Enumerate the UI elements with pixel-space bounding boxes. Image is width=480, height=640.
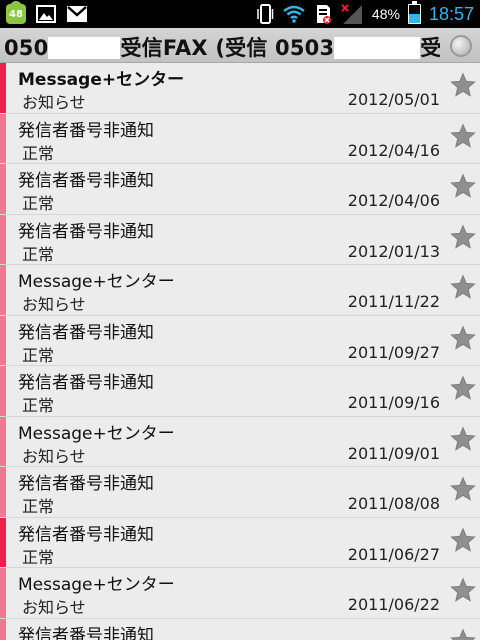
redaction-block [334,37,421,59]
image-icon [36,5,56,23]
list-item[interactable]: Message+センター お知らせ 2011/09/01 [0,416,480,467]
star-icon[interactable] [450,476,476,502]
sender-name: 発信者番号非通知 [18,120,154,141]
sender-name: 発信者番号非通知 [18,524,154,545]
sender-name: 発信者番号非通知 [18,221,154,242]
unread-indicator-bar [0,315,6,365]
unread-indicator-bar [0,416,6,466]
list-item[interactable]: Message+センターお知らせ 2011/11/22 [0,265,480,316]
star-icon[interactable] [450,274,476,300]
sender-name: 発信者番号非通知 [18,322,154,343]
wifi-icon [283,5,305,23]
page-title: 050 受信FAX (受信 0503 受... [4,32,440,62]
list-item[interactable]: Message+センターお知らせ 2011/06/22 [0,568,480,619]
list-item[interactable]: 発信者番号非通知 正常 2011/06/27 [0,517,480,568]
message-date: 2011/09/27 [347,342,440,362]
message-status: お知らせ [22,93,86,112]
badge-count: 48 [9,9,23,20]
star-icon[interactable] [450,628,476,640]
message-list[interactable]: Message+センター お知らせ 2012/05/01 発信者番号非通知 正常 2012… [0,63,480,640]
message-status: 正常 [22,143,55,163]
star-icon[interactable] [450,173,476,199]
unread-indicator-bar [0,618,6,640]
message-date: 2011/06/22 [347,595,440,614]
message-status: 正常 [22,396,55,415]
unread-indicator-bar [0,113,6,163]
unread-indicator-bar [0,467,6,517]
title-text: 受信FAX (受信 0503 [120,36,335,60]
signal-icon [341,4,362,24]
star-icon[interactable] [450,577,476,603]
list-item[interactable]: 発信者番号非通知正常 2011/08/08 [0,467,480,518]
message-date: 2011/08/08 [347,494,440,513]
redaction-block [48,37,121,59]
star-icon[interactable] [450,527,476,553]
star-icon[interactable] [450,375,476,401]
message-date: 2012/04/06 [347,191,440,210]
list-item[interactable]: 発信者番号非通知正常 2012/04/06 [0,164,480,215]
star-icon[interactable] [450,123,476,149]
title-number-prefix: 050 [4,36,49,60]
list-item[interactable]: 発信者番号非通知正常 [0,618,480,640]
clock: 18:57 [428,3,474,24]
star-icon[interactable] [450,72,476,98]
sender-name: Message+センター [18,423,175,444]
star-icon[interactable] [450,224,476,250]
star-icon[interactable] [450,426,476,452]
unread-indicator-bar [0,164,6,214]
message-status: お知らせ [22,446,86,466]
list-item[interactable]: 発信者番号非通知 正常 2011/09/27 [0,315,480,366]
phone-vibrate-icon [257,4,274,24]
star-icon[interactable] [450,325,476,351]
sender-name: Message+センター [18,575,175,595]
message-date: 2011/09/01 [347,443,440,463]
message-date: 2011/06/27 [347,544,440,564]
gmail-icon [67,6,87,22]
message-status: 正常 [22,194,55,213]
list-item[interactable]: Message+センターお知らせ 2012/05/01 [0,63,480,114]
message-status: 正常 [22,244,55,264]
sender-name: Message+センター [18,272,175,292]
android-badge-icon: 48 [6,1,26,24]
battery-icon [407,1,421,24]
list-item[interactable]: 発信者番号非通知正常 2011/09/16 [0,366,480,417]
unread-indicator-bar [0,366,6,416]
message-status: 正常 [22,497,55,516]
unread-indicator-bar [0,517,6,567]
unread-indicator-bar [0,63,6,113]
status-bar: 48 48% 18:57 [0,0,480,28]
list-item[interactable]: 発信者番号非通知 正常 2012/04/16 [0,113,480,164]
message-status: お知らせ [22,598,86,617]
battery-percent: 48% [371,6,400,22]
message-status: お知らせ [22,295,86,314]
message-status: 正常 [22,547,55,567]
message-date: 2012/04/16 [347,140,440,160]
title-suffix: 受... [420,36,440,60]
message-date: 2012/05/01 [347,90,440,109]
message-status: 正常 [22,345,55,365]
sender-name: 発信者番号非通知 [18,373,154,393]
unread-indicator-bar [0,265,6,315]
message-date: 2011/11/22 [347,292,440,311]
title-bar: 050 受信FAX (受信 0503 受... [0,28,480,63]
list-item[interactable]: 発信者番号非通知 正常 2012/01/13 [0,214,480,265]
sd-card-icon [316,5,331,24]
message-date: 2012/01/13 [347,241,440,261]
sender-name: 発信者番号非通知 [18,474,154,494]
message-date: 2011/09/16 [347,393,440,412]
refresh-spinner-icon[interactable] [450,35,472,57]
sender-name: 発信者番号非通知 [18,171,154,191]
unread-indicator-bar [0,568,6,618]
sender-name: 発信者番号非通知 [18,625,154,640]
sender-name: Message+センター [18,70,185,90]
unread-indicator-bar [0,214,6,264]
